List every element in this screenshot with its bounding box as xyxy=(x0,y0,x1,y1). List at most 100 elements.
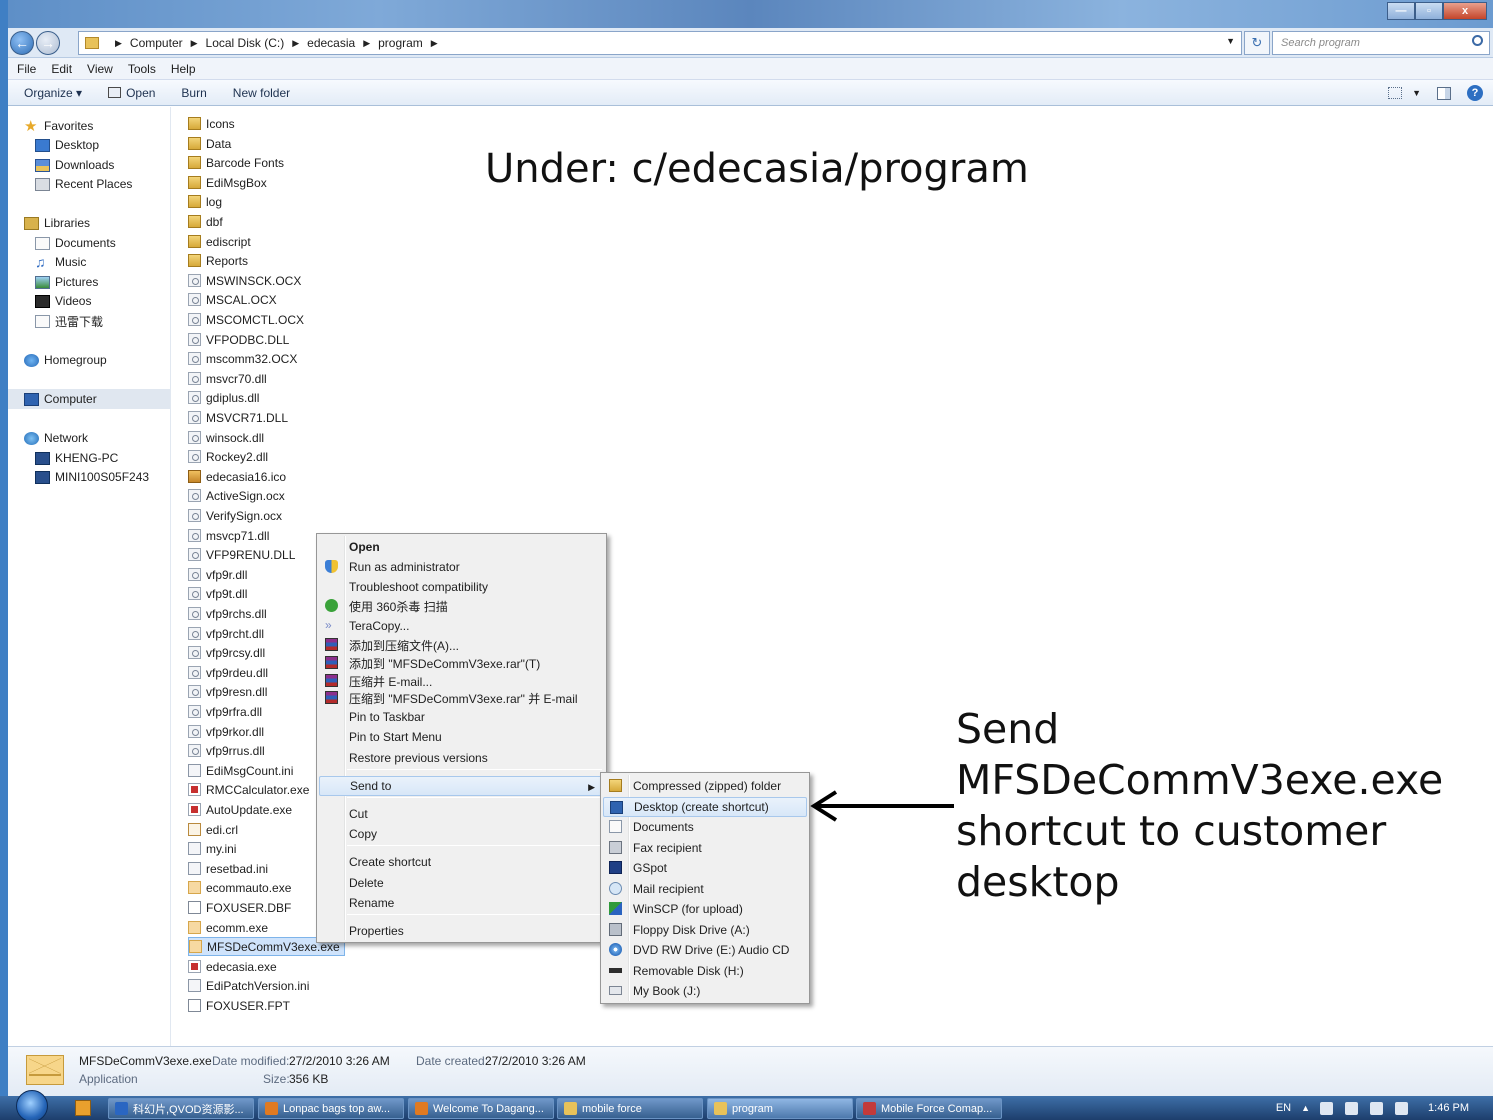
start-button[interactable] xyxy=(16,1090,48,1120)
send-to-item-removable-disk-h[interactable]: Removable Disk (H:) xyxy=(603,961,807,981)
file-row[interactable]: Icons xyxy=(188,114,235,133)
menu-item-open[interactable]: Open xyxy=(319,537,604,557)
nav-kheng-pc[interactable]: KHENG-PC xyxy=(35,449,118,467)
file-row[interactable]: EdiPatchVersion.ini xyxy=(188,976,309,995)
file-row[interactable]: mscomm32.OCX xyxy=(188,349,297,368)
file-row[interactable]: Rockey2.dll xyxy=(188,447,268,466)
flag-icon[interactable] xyxy=(1345,1101,1359,1115)
search-icon[interactable] xyxy=(1472,35,1483,46)
send-to-item-gspot[interactable]: GSpot xyxy=(603,858,807,878)
file-row[interactable]: dbf xyxy=(188,212,223,231)
nav-documents[interactable]: Documents xyxy=(35,234,116,252)
file-row[interactable]: msvcr70.dll xyxy=(188,369,267,388)
menu-item-mfsdecommv3exe-rar-t[interactable]: 添加到 "MFSDeCommV3exe.rar"(T) xyxy=(319,653,604,673)
close-button[interactable]: x xyxy=(1443,2,1487,20)
organize-button[interactable]: Organize ▾ xyxy=(24,86,82,100)
file-row[interactable]: ActiveSign.ocx xyxy=(188,486,285,505)
file-row[interactable]: vfp9rfra.dll xyxy=(188,702,262,721)
chevron-down-icon[interactable]: ▼ xyxy=(1226,36,1235,46)
send-to-item-fax-recipient[interactable]: Fax recipient xyxy=(603,838,807,858)
new-folder-button[interactable]: New folder xyxy=(233,86,290,100)
taskbar-button-mobile-force-comap[interactable]: Mobile Force Comap... xyxy=(856,1098,1002,1119)
nav-network[interactable]: Network xyxy=(24,429,88,447)
breadcrumb[interactable]: ▶ Computer ▶ Local Disk (C:) ▶ edecasia … xyxy=(78,31,1242,55)
chevron-up-icon[interactable]: ▲ xyxy=(1301,1103,1310,1113)
chevron-down-icon[interactable]: ▼ xyxy=(1412,88,1421,98)
file-row[interactable]: ediscript xyxy=(188,232,251,251)
file-row[interactable]: FOXUSER.FPT xyxy=(188,996,290,1015)
send-to-item-winscp-for-upload[interactable]: WinSCP (for upload) xyxy=(603,899,807,919)
file-row[interactable]: vfp9resn.dll xyxy=(188,682,267,701)
menu-help[interactable]: Help xyxy=(171,62,196,76)
back-button[interactable]: ← xyxy=(10,31,34,55)
send-to-item-documents[interactable]: Documents xyxy=(603,817,807,837)
nav-favorites[interactable]: ★ Favorites xyxy=(24,117,93,135)
maximize-button[interactable]: ▫ xyxy=(1415,2,1443,20)
menu-item-a[interactable]: 添加到压缩文件(A)... xyxy=(319,635,604,655)
menu-item-delete[interactable]: Delete xyxy=(319,873,604,893)
menu-item-rename[interactable]: Rename xyxy=(319,893,604,913)
nav-xunlei-downloads[interactable]: 迅雷下载 xyxy=(35,312,103,330)
send-to-item-desktop-create-shortcut[interactable]: Desktop (create shortcut) xyxy=(603,796,807,817)
file-row[interactable]: RMCCalculator.exe xyxy=(188,780,309,799)
file-row[interactable]: winsock.dll xyxy=(188,428,264,447)
menu-item-troubleshoot-compatibility[interactable]: Troubleshoot compatibility xyxy=(319,577,604,597)
breadcrumb-local-disk[interactable]: Local Disk (C:) xyxy=(206,36,285,50)
forward-button[interactable]: → xyxy=(36,31,60,55)
file-row[interactable]: edi.crl xyxy=(188,820,238,839)
file-row[interactable]: MSVCR71.DLL xyxy=(188,408,288,427)
network-tray-icon[interactable] xyxy=(1370,1101,1384,1115)
chevron-right-icon[interactable]: ▶ xyxy=(292,38,299,49)
file-row[interactable]: VFP9RENU.DLL xyxy=(188,545,295,564)
nav-desktop[interactable]: Desktop xyxy=(35,136,99,154)
menu-edit[interactable]: Edit xyxy=(51,62,72,76)
chevron-right-icon[interactable]: ▶ xyxy=(363,38,370,49)
taskbar-button-mobile-force[interactable]: mobile force xyxy=(557,1098,703,1119)
file-row[interactable]: edecasia16.ico xyxy=(188,467,286,486)
send-to-item-mail-recipient[interactable]: Mail recipient xyxy=(603,879,807,899)
tray-app-icon[interactable] xyxy=(1320,1101,1334,1115)
file-row[interactable]: MSWINSCK.OCX xyxy=(188,271,301,290)
nav-homegroup[interactable]: Homegroup xyxy=(24,351,107,369)
chevron-right-icon[interactable]: ▶ xyxy=(115,38,122,49)
search-input[interactable]: Search program xyxy=(1272,31,1490,55)
file-row[interactable]: vfp9rrus.dll xyxy=(188,741,265,760)
menu-item-restore-previous-versions[interactable]: Restore previous versions xyxy=(319,748,604,768)
nav-downloads[interactable]: Downloads xyxy=(35,156,114,174)
menu-item-pin-to-start-menu[interactable]: Pin to Start Menu xyxy=(319,727,604,747)
menu-file[interactable]: File xyxy=(17,62,36,76)
send-to-item-compressed-zipped-folder[interactable]: Compressed (zipped) folder xyxy=(603,776,807,796)
file-row[interactable]: vfp9rcsy.dll xyxy=(188,643,265,662)
taskbar-button-lonpac-bags-top-aw[interactable]: Lonpac bags top aw... xyxy=(258,1098,404,1119)
breadcrumb-program[interactable]: program xyxy=(378,36,423,50)
nav-recent-places[interactable]: Recent Places xyxy=(35,175,132,193)
file-row[interactable]: vfp9rcht.dll xyxy=(188,624,264,643)
nav-pictures[interactable]: Pictures xyxy=(35,273,98,291)
preview-pane-icon[interactable] xyxy=(1437,86,1451,100)
quick-launch-icon[interactable] xyxy=(75,1100,91,1116)
nav-mini-pc[interactable]: MINI100S05F243 xyxy=(35,468,149,486)
file-row[interactable]: edecasia.exe xyxy=(188,957,277,976)
menu-item-mfsdecommv3exe-rar-e-mail[interactable]: 压缩到 "MFSDeCommV3exe.rar" 并 E-mail xyxy=(319,688,604,708)
file-row[interactable]: ecomm.exe xyxy=(188,918,268,937)
file-row[interactable]: MSCOMCTL.OCX xyxy=(188,310,304,329)
file-row[interactable]: resetbad.ini xyxy=(188,859,268,878)
file-row[interactable]: vfp9rchs.dll xyxy=(188,604,267,623)
help-icon[interactable]: ? xyxy=(1467,85,1483,101)
file-row[interactable]: VFPODBC.DLL xyxy=(188,330,289,349)
file-row[interactable]: msvcp71.dll xyxy=(188,526,269,545)
minimize-button[interactable]: — xyxy=(1387,2,1415,20)
file-row[interactable]: my.ini xyxy=(188,839,236,858)
file-row[interactable]: Barcode Fonts xyxy=(188,153,284,172)
open-button[interactable]: Open xyxy=(108,86,155,100)
send-to-item-dvd-rw-drive-e-audio-cd[interactable]: DVD RW Drive (E:) Audio CD xyxy=(603,940,807,960)
menu-tools[interactable]: Tools xyxy=(128,62,156,76)
menu-item-pin-to-taskbar[interactable]: Pin to Taskbar xyxy=(319,707,604,727)
menu-item-cut[interactable]: Cut xyxy=(319,804,604,824)
nav-computer[interactable]: Computer xyxy=(8,389,170,409)
file-row[interactable]: ecommauto.exe xyxy=(188,878,291,897)
change-view-icon[interactable] xyxy=(1388,87,1403,99)
file-row[interactable]: gdiplus.dll xyxy=(188,388,259,407)
file-row[interactable]: EdiMsgBox xyxy=(188,173,267,192)
title-bar[interactable]: — ▫ x xyxy=(8,0,1493,28)
